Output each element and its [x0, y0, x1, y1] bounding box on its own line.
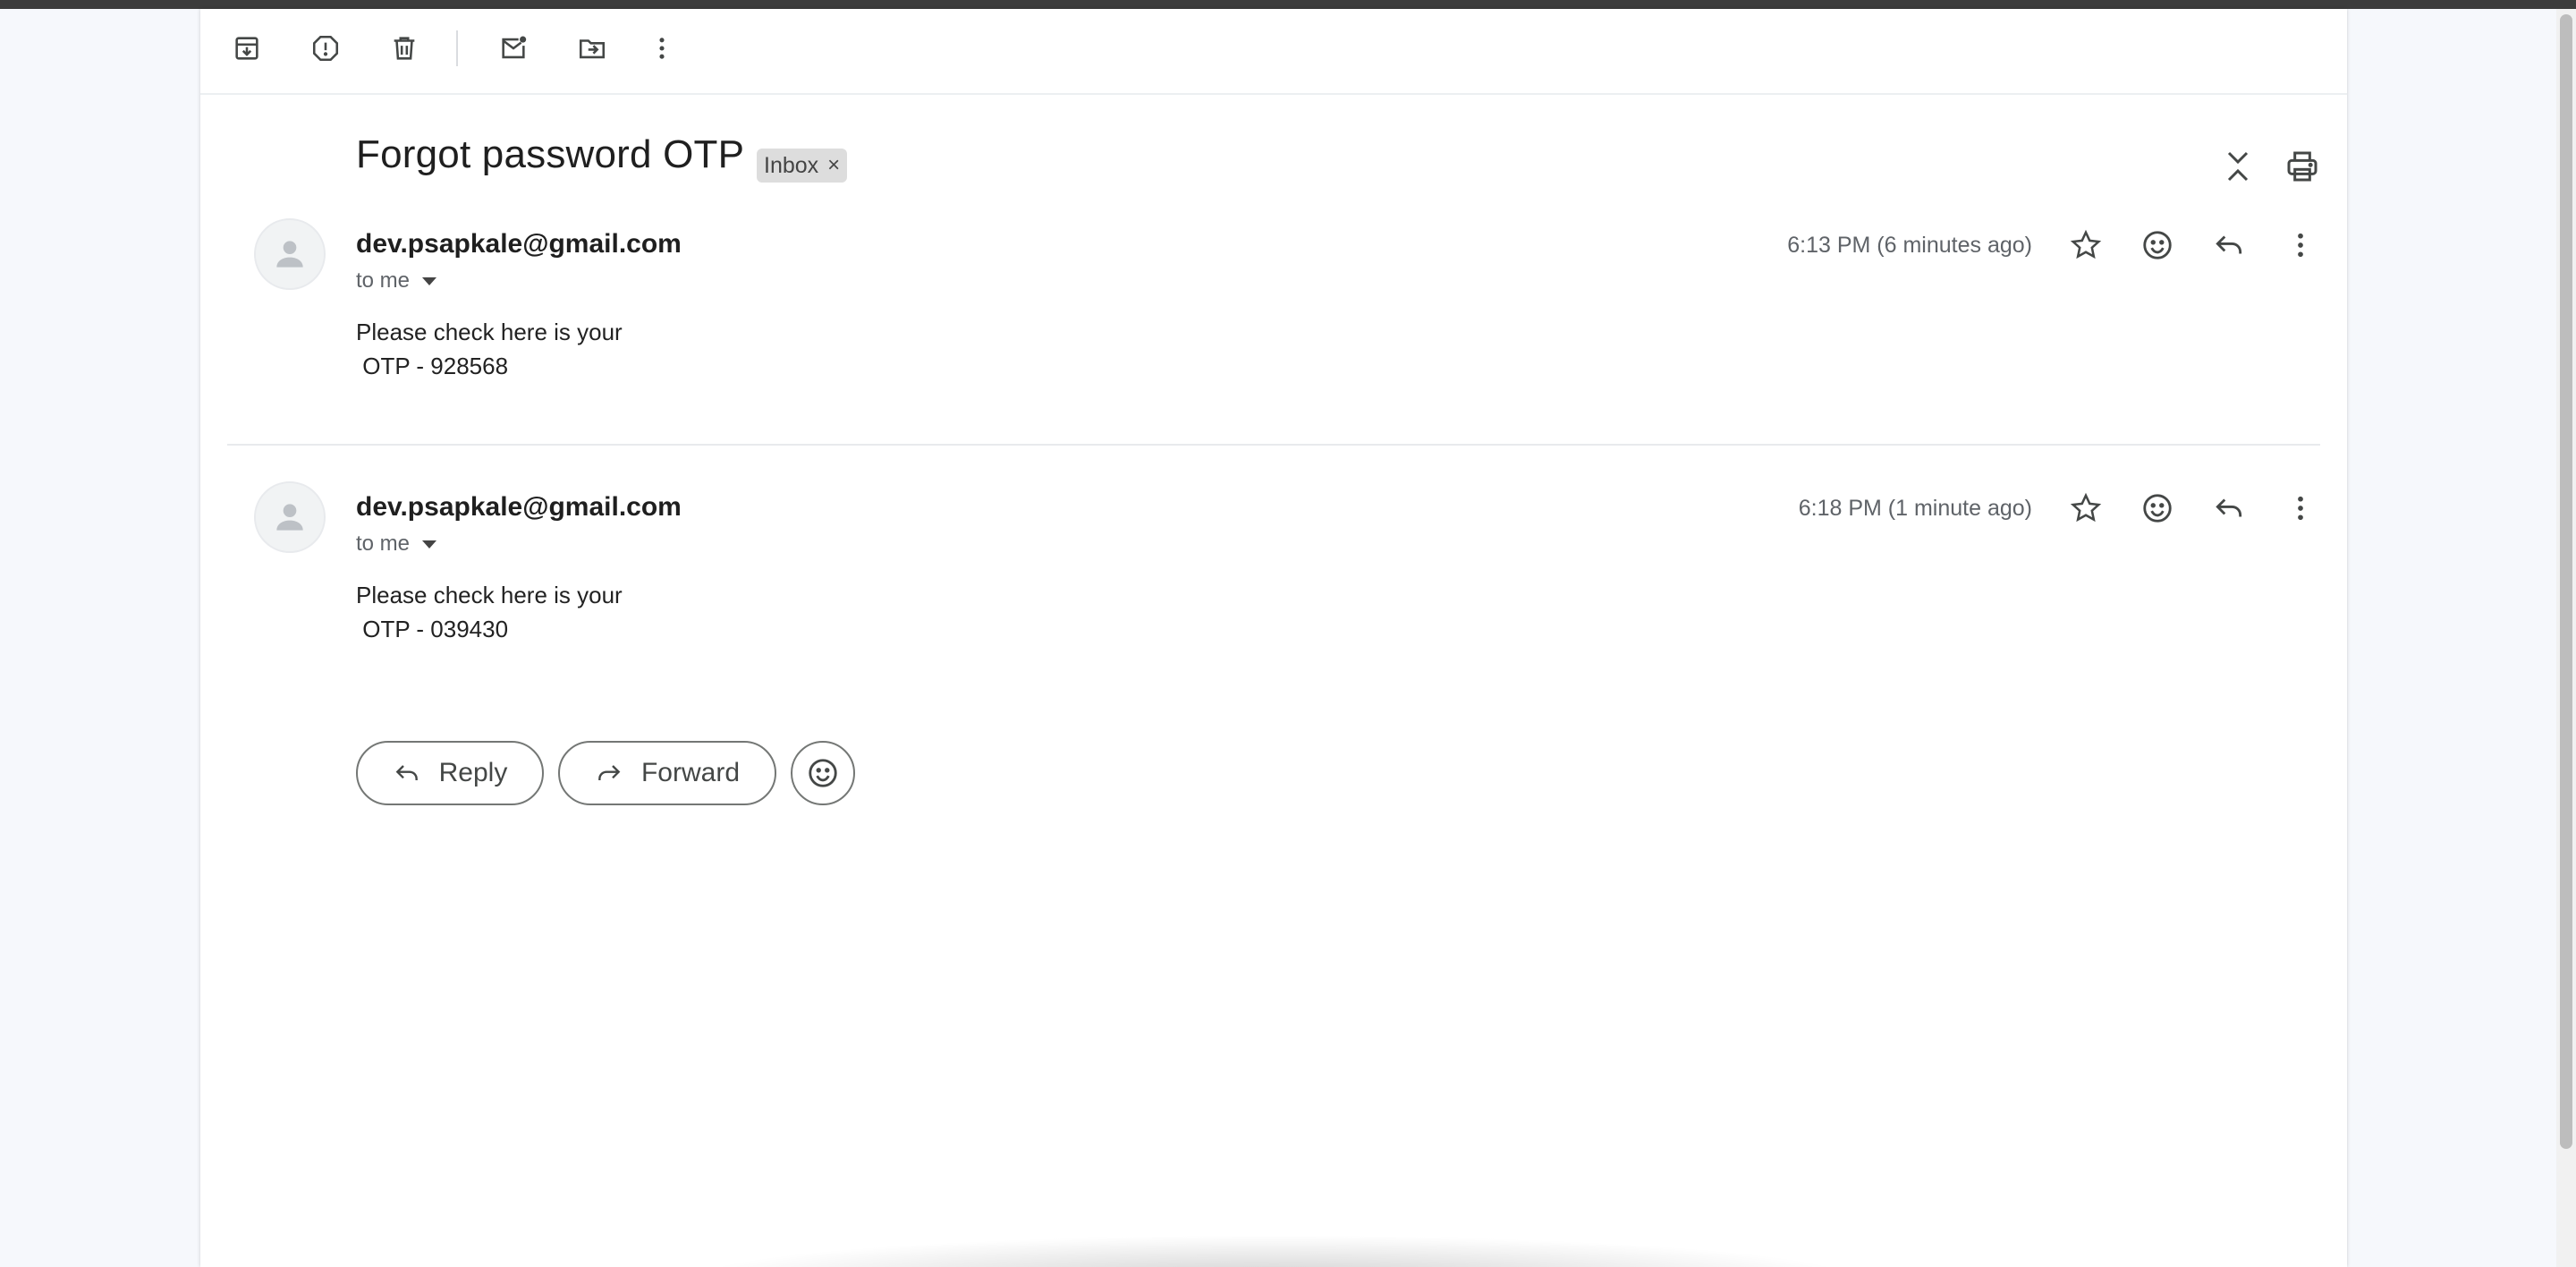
collapse-all-button[interactable] — [2215, 143, 2261, 190]
forward-action-button[interactable]: Forward — [558, 741, 776, 805]
message-divider — [227, 444, 2320, 446]
thread-subject: Forgot password OTP — [356, 132, 745, 176]
reply-button[interactable] — [2206, 485, 2252, 531]
bottom-shadow — [683, 1235, 1864, 1267]
move-to-icon — [579, 39, 606, 59]
move-to-button[interactable] — [571, 27, 614, 70]
star-button[interactable] — [2063, 222, 2109, 268]
message-timestamp[interactable]: 6:13 PM (6 minutes ago) — [1787, 233, 2032, 259]
star-button[interactable] — [2063, 485, 2109, 531]
label-chip-text: Inbox — [764, 152, 819, 178]
emoji-icon — [2143, 494, 2172, 523]
recipient-details-toggle[interactable]: to me — [356, 268, 437, 293]
message-body-line: OTP - 928568 — [356, 353, 509, 379]
message-more-button[interactable] — [2277, 485, 2324, 531]
reply-icon — [2216, 498, 2242, 517]
more-vert-icon — [659, 38, 665, 59]
report-spam-button[interactable] — [304, 27, 347, 70]
star-icon — [2070, 492, 2102, 523]
page-scrollbar[interactable] — [2556, 9, 2576, 1267]
sender-avatar[interactable] — [254, 218, 326, 290]
archive-button[interactable] — [225, 27, 268, 70]
recipient-label: to me — [356, 268, 411, 293]
message-more-button[interactable] — [2277, 222, 2324, 268]
message-body-line: OTP - 039430 — [356, 616, 509, 642]
emoji-reaction-button[interactable] — [791, 741, 855, 805]
delete-button[interactable] — [383, 27, 426, 70]
sender-avatar[interactable] — [254, 481, 326, 553]
sender-email[interactable]: dev.psapkale@gmail.com — [356, 492, 682, 523]
message-toolbar — [200, 9, 2347, 95]
scrollbar-thumb[interactable] — [2560, 14, 2572, 1149]
emoji-icon — [809, 759, 837, 787]
star-icon — [2070, 229, 2102, 259]
more-options-button[interactable] — [640, 27, 683, 70]
collapse-all-icon — [2227, 151, 2249, 182]
reply-action-label: Reply — [438, 758, 508, 787]
archive-icon — [235, 37, 258, 60]
recipient-details-toggle[interactable]: to me — [356, 531, 437, 557]
delete-icon — [394, 37, 415, 60]
window-top-bar — [0, 0, 2576, 9]
add-reaction-button[interactable] — [2134, 485, 2181, 531]
forward-action-label: Forward — [640, 758, 741, 787]
chevron-down-icon — [422, 276, 437, 285]
mark-unread-button[interactable] — [492, 27, 535, 70]
message-body-line: Please check here is your — [356, 582, 623, 608]
message-view-panel: Forgot password OTP Inbox × dev.psapkale… — [200, 9, 2347, 1267]
reply-icon — [2216, 235, 2242, 254]
person-icon — [276, 504, 303, 531]
message-body-line: Please check here is your — [356, 319, 623, 345]
add-reaction-button[interactable] — [2134, 222, 2181, 268]
chevron-down-icon — [422, 540, 437, 548]
message-timestamp[interactable]: 6:18 PM (1 minute ago) — [1799, 496, 2032, 522]
toolbar-separator — [456, 30, 458, 66]
emoji-icon — [2143, 231, 2172, 259]
recipient-label: to me — [356, 531, 411, 556]
reply-icon — [395, 765, 418, 780]
remove-label-button[interactable]: × — [827, 153, 840, 178]
inbox-label-chip[interactable]: Inbox × — [757, 149, 848, 183]
more-vert-icon — [2298, 233, 2303, 258]
print-icon — [2287, 151, 2318, 182]
report-spam-icon — [312, 35, 339, 62]
print-all-button[interactable] — [2279, 143, 2326, 190]
reply-action-button[interactable]: Reply — [356, 741, 544, 805]
reply-button[interactable] — [2206, 222, 2252, 268]
person-icon — [276, 241, 303, 268]
forward-icon — [598, 765, 621, 780]
more-vert-icon — [2298, 496, 2303, 521]
sender-email[interactable]: dev.psapkale@gmail.com — [356, 229, 682, 259]
mark-unread-icon — [502, 36, 527, 59]
